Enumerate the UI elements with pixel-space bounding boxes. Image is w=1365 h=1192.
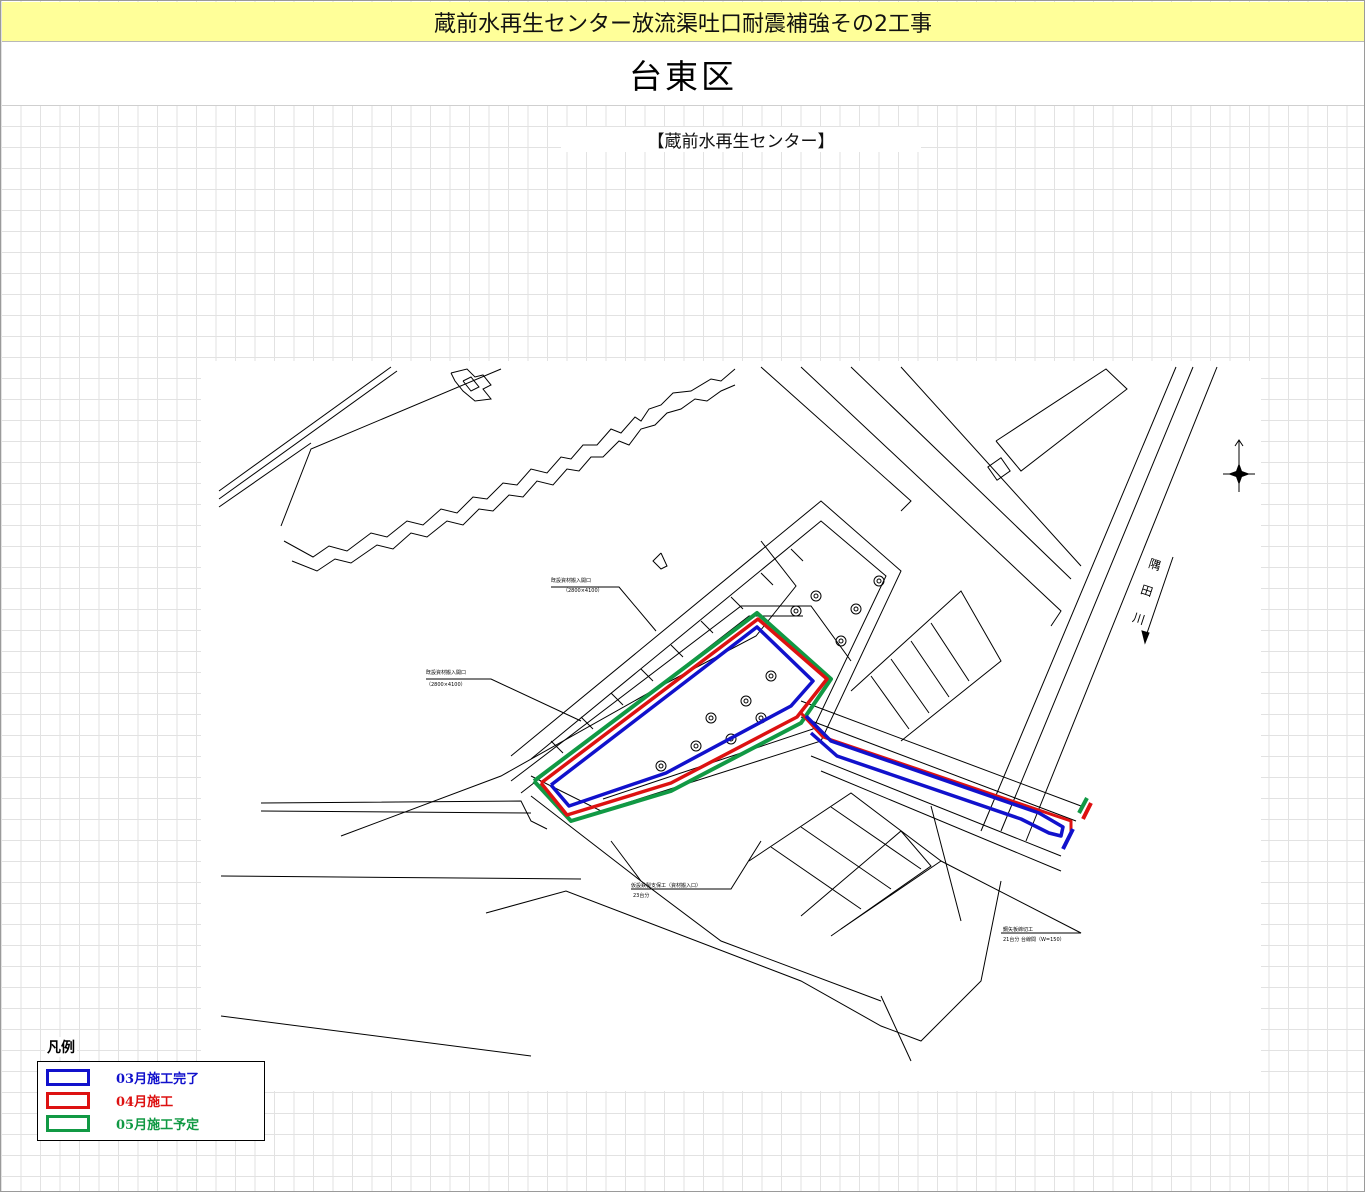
annotation-material-opening-top-size: （2800×4100） xyxy=(563,588,603,594)
legend-label-in-progress: 04月施工 xyxy=(116,1094,174,1110)
project-title: 蔵前水再生センター放流渠吐口耐震補強その2工事 xyxy=(434,11,932,37)
legend-label-completed: 03月施工完了 xyxy=(116,1071,200,1087)
legend-item-planned: 05月施工予定 xyxy=(46,1113,199,1133)
ward-label: 台東区 xyxy=(629,56,737,96)
legend-swatch-planned xyxy=(46,1114,90,1132)
legend-swatch-completed xyxy=(46,1068,90,1086)
legend-title: 凡例 xyxy=(45,1037,77,1057)
facility-label: 【蔵前水再生センター】 xyxy=(561,127,921,152)
legend-item-completed: 03月施工完了 xyxy=(46,1067,199,1087)
annotation-material-opening-top: 既設資材搬入開口 xyxy=(551,577,591,584)
annotation-cofferdam-count: 21台分 台線間（W=150） xyxy=(1003,936,1065,943)
legend-swatch-in-progress xyxy=(46,1091,90,1109)
legend-item-in-progress: 04月施工 xyxy=(46,1090,173,1110)
annotation-material-opening-left-size: （2800×4100） xyxy=(426,682,466,688)
annotation-cofferdam: 鋼矢板締切工 xyxy=(1003,926,1033,933)
annotation-temp-support-count: 23台分 xyxy=(633,892,649,899)
site-plan-drawing: 既設資材搬入開口 （2800×4100） 既設資材搬入開口 （2800×4100… xyxy=(201,361,1261,1091)
title-bar: 蔵前水再生センター放流渠吐口耐震補強その2工事 xyxy=(2,2,1364,42)
legend-label-planned: 05月施工予定 xyxy=(116,1117,200,1133)
annotation-temp-support: 仮設鉄製支保工（資材搬入口） xyxy=(631,882,701,889)
annotation-material-opening-left: 既設資材搬入開口 xyxy=(426,669,466,676)
legend: 03月施工完了 04月施工 05月施工予定 xyxy=(37,1061,265,1141)
spreadsheet-sheet: 蔵前水再生センター放流渠吐口耐震補強その2工事 台東区 【蔵前水再生センター】 xyxy=(0,0,1365,1192)
ward-band: 台東区 xyxy=(2,42,1364,106)
